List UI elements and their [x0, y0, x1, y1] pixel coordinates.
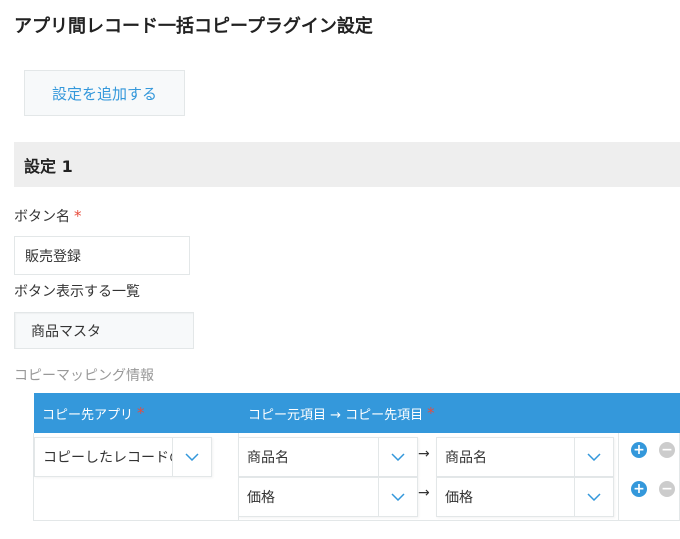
plus-circle-icon[interactable]: +	[631, 481, 647, 497]
chevron-down-icon[interactable]	[378, 438, 417, 476]
button-name-label: ボタン名 *	[14, 206, 82, 226]
dest-field-value: 商品名	[445, 450, 487, 466]
source-field-value: 価格	[247, 490, 275, 506]
column-header-fields: コピー元項目 → コピー先項目 *	[248, 393, 435, 433]
required-mark: *	[427, 404, 435, 422]
add-setting-button[interactable]: 設定を追加する	[24, 70, 185, 116]
dest-field-value: 価格	[445, 490, 473, 506]
minus-circle-icon[interactable]: −	[659, 481, 675, 497]
chevron-down-icon[interactable]	[574, 438, 613, 476]
display-list-value: 商品マスタ	[31, 323, 101, 340]
chevron-down-icon[interactable]	[574, 478, 613, 516]
mapping-table-header: コピー先アプリ * コピー元項目 → コピー先項目 *	[34, 393, 680, 433]
button-name-input[interactable]	[14, 236, 190, 275]
arrow-right-icon: →	[418, 485, 430, 501]
page-title: アプリ間レコード一括コピープラグイン設定	[14, 16, 373, 37]
source-field-value: 商品名	[247, 450, 289, 466]
button-name-label-text: ボタン名	[14, 209, 70, 225]
dest-field-select[interactable]: 商品名	[436, 437, 614, 477]
plus-circle-icon[interactable]: +	[631, 442, 647, 458]
source-field-select[interactable]: 価格	[238, 477, 418, 517]
required-mark: *	[137, 404, 145, 422]
column-header-dest-app-text: コピー先アプリ	[42, 407, 134, 423]
required-mark: *	[74, 207, 82, 225]
dest-app-select[interactable]: コピーしたレコードの	[34, 437, 212, 477]
column-divider	[618, 433, 619, 521]
dest-field-select[interactable]: 価格	[436, 477, 614, 517]
chevron-down-icon[interactable]	[172, 438, 211, 476]
source-field-select[interactable]: 商品名	[238, 437, 418, 477]
setting-section-header: 設定 1	[14, 142, 680, 187]
display-list-field[interactable]: 商品マスタ	[14, 312, 194, 349]
dest-app-select-value: コピーしたレコードの	[43, 450, 172, 466]
chevron-down-icon[interactable]	[378, 478, 417, 516]
column-header-fields-text: コピー元項目 → コピー先項目	[248, 407, 424, 423]
minus-circle-icon[interactable]: −	[659, 442, 675, 458]
mapping-section-label: コピーマッピング情報	[14, 368, 154, 384]
display-list-label: ボタン表示する一覧	[14, 284, 140, 300]
column-header-dest-app: コピー先アプリ *	[42, 393, 145, 433]
arrow-right-icon: →	[418, 446, 430, 462]
